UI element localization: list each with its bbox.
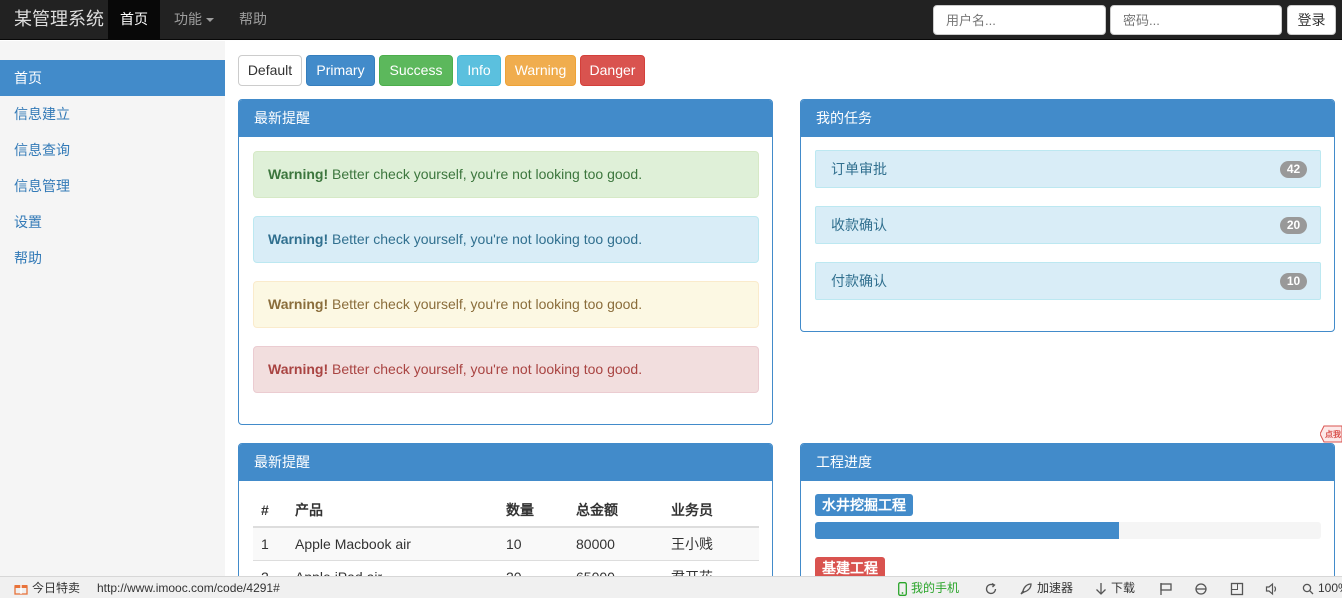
volume-button[interactable] xyxy=(1265,577,1283,599)
sidebar-item-home[interactable]: 首页 xyxy=(0,60,225,96)
alert-danger: Warning! Better check yourself, you're n… xyxy=(253,346,759,393)
table-panel: 最新提醒 # 产品 数量 总金额 业务员 1 Apple Macbook air… xyxy=(238,443,773,593)
sidebar-item-create[interactable]: 信息建立 xyxy=(0,96,225,132)
nav-help[interactable]: 帮助 xyxy=(239,0,267,40)
refresh-button[interactable] xyxy=(984,577,1002,599)
refresh-icon xyxy=(985,582,997,594)
speaker-icon xyxy=(1265,582,1277,596)
zoom-icon xyxy=(1302,583,1314,595)
table-cell: 80000 xyxy=(568,526,663,560)
zoom-control[interactable]: 100% xyxy=(1302,577,1342,599)
column-header: 业务员 xyxy=(663,494,759,528)
progress-fill xyxy=(815,522,1119,539)
download-button[interactable]: 下载 xyxy=(1095,577,1135,599)
username-input[interactable] xyxy=(933,5,1106,35)
deals-label: 今日特卖 xyxy=(32,581,81,595)
task-item-payment-made[interactable]: 付款确认 10 xyxy=(815,262,1321,300)
column-header: 总金额 xyxy=(568,494,663,528)
table-header-row: # 产品 数量 总金额 业务员 xyxy=(253,494,759,528)
deals-link[interactable]: 今日特卖 xyxy=(14,577,80,599)
window-button[interactable] xyxy=(1230,577,1248,599)
accelerator-label: 加速器 xyxy=(1037,581,1074,595)
zoom-level: 100% xyxy=(1318,581,1342,595)
sidebar: 首页 信息建立 信息查询 信息管理 设置 帮助 xyxy=(0,41,225,576)
status-url: http://www.imooc.com/code/4291# xyxy=(97,581,280,595)
table-cell: 1 xyxy=(253,526,287,560)
nav-functions-label: 功能 xyxy=(174,11,202,27)
window-icon xyxy=(1230,582,1244,595)
accelerator-button[interactable]: 加速器 xyxy=(1019,577,1073,599)
panel-title: 工程进度 xyxy=(801,444,1334,481)
task-label: 付款确认 xyxy=(831,273,887,289)
default-button[interactable]: Default xyxy=(238,55,302,86)
alerts-panel: 最新提醒 Warning! Better check yourself, you… xyxy=(238,99,773,425)
alert-text: Better check yourself, you're not lookin… xyxy=(328,231,643,247)
column-header: # xyxy=(253,494,287,528)
login-button[interactable]: 登录 xyxy=(1287,5,1336,35)
caret-down-icon xyxy=(206,18,214,23)
success-button[interactable]: Success xyxy=(379,55,453,86)
sidebar-item-query[interactable]: 信息查询 xyxy=(0,132,225,168)
warning-button[interactable]: Warning xyxy=(505,55,576,86)
floating-tag-text: 点我 xyxy=(1325,429,1341,439)
alert-strong: Warning! xyxy=(268,296,329,312)
ie-mode-button[interactable] xyxy=(1194,577,1212,599)
sidebar-item-help[interactable]: 帮助 xyxy=(0,240,225,276)
alert-text: Better check yourself, you're not lookin… xyxy=(328,296,643,312)
column-header: 产品 xyxy=(287,494,498,528)
alert-strong: Warning! xyxy=(268,361,329,377)
count-badge: 20 xyxy=(1280,217,1307,234)
sidebar-item-manage[interactable]: 信息管理 xyxy=(0,168,225,204)
my-phone-link[interactable]: 我的手机 xyxy=(898,577,959,599)
panel-title: 我的任务 xyxy=(801,100,1334,137)
table-cell: Apple Macbook air xyxy=(287,526,498,560)
task-item-order-approval[interactable]: 订单审批 42 xyxy=(815,150,1321,188)
alert-text: Better check yourself, you're not lookin… xyxy=(328,166,643,182)
rocket-icon xyxy=(1020,583,1032,595)
panel-title: 最新提醒 xyxy=(239,100,772,137)
task-label: 收款确认 xyxy=(831,217,887,233)
task-item-payment-received[interactable]: 收款确认 20 xyxy=(815,206,1321,244)
nav-home[interactable]: 首页 xyxy=(108,0,160,40)
danger-button[interactable]: Danger xyxy=(580,55,645,86)
sidebar-item-settings[interactable]: 设置 xyxy=(0,204,225,240)
count-badge: 42 xyxy=(1280,161,1307,178)
password-input[interactable] xyxy=(1110,5,1282,35)
phone-icon xyxy=(898,581,907,596)
tasks-panel: 我的任务 订单审批 42 收款确认 20 付款确认 10 xyxy=(800,99,1335,332)
flag-icon xyxy=(1160,582,1172,595)
progress-bar xyxy=(815,522,1321,539)
progress-panel: 工程进度 水井挖掘工程 基建工程 xyxy=(800,443,1335,593)
column-header: 数量 xyxy=(498,494,568,528)
alert-strong: Warning! xyxy=(268,231,329,247)
alert-strong: Warning! xyxy=(268,166,329,182)
browser-engine-icon xyxy=(1195,583,1207,595)
table-cell: 王小贱 xyxy=(663,526,759,560)
alert-warning: Warning! Better check yourself, you're n… xyxy=(253,281,759,328)
primary-button[interactable]: Primary xyxy=(306,55,375,86)
download-label: 下载 xyxy=(1111,581,1136,595)
brand-title[interactable]: 某管理系统 xyxy=(14,0,104,40)
download-icon xyxy=(1096,582,1106,595)
panel-title: 最新提醒 xyxy=(239,444,772,481)
alert-text: Better check yourself, you're not lookin… xyxy=(328,361,643,377)
count-badge: 10 xyxy=(1280,273,1307,290)
alert-info: Warning! Better check yourself, you're n… xyxy=(253,216,759,263)
my-phone-label: 我的手机 xyxy=(911,581,960,595)
floating-promo-tag[interactable]: 点我 xyxy=(1320,424,1342,444)
flag-button[interactable] xyxy=(1159,577,1177,599)
task-label: 订单审批 xyxy=(831,161,887,177)
alert-success: Warning! Better check yourself, you're n… xyxy=(253,151,759,198)
project-label: 水井挖掘工程 xyxy=(815,494,913,516)
table-row: 1 Apple Macbook air 10 80000 王小贱 xyxy=(253,526,759,560)
top-navbar: 某管理系统 首页 功能 帮助 登录 xyxy=(0,0,1342,40)
browser-statusbar: 今日特卖 http://www.imooc.com/code/4291# 我的手… xyxy=(0,576,1342,598)
table-cell: 10 xyxy=(498,526,568,560)
nav-functions-dropdown[interactable]: 功能 xyxy=(174,0,214,40)
info-button[interactable]: Info xyxy=(457,55,501,86)
gift-icon xyxy=(14,585,28,595)
